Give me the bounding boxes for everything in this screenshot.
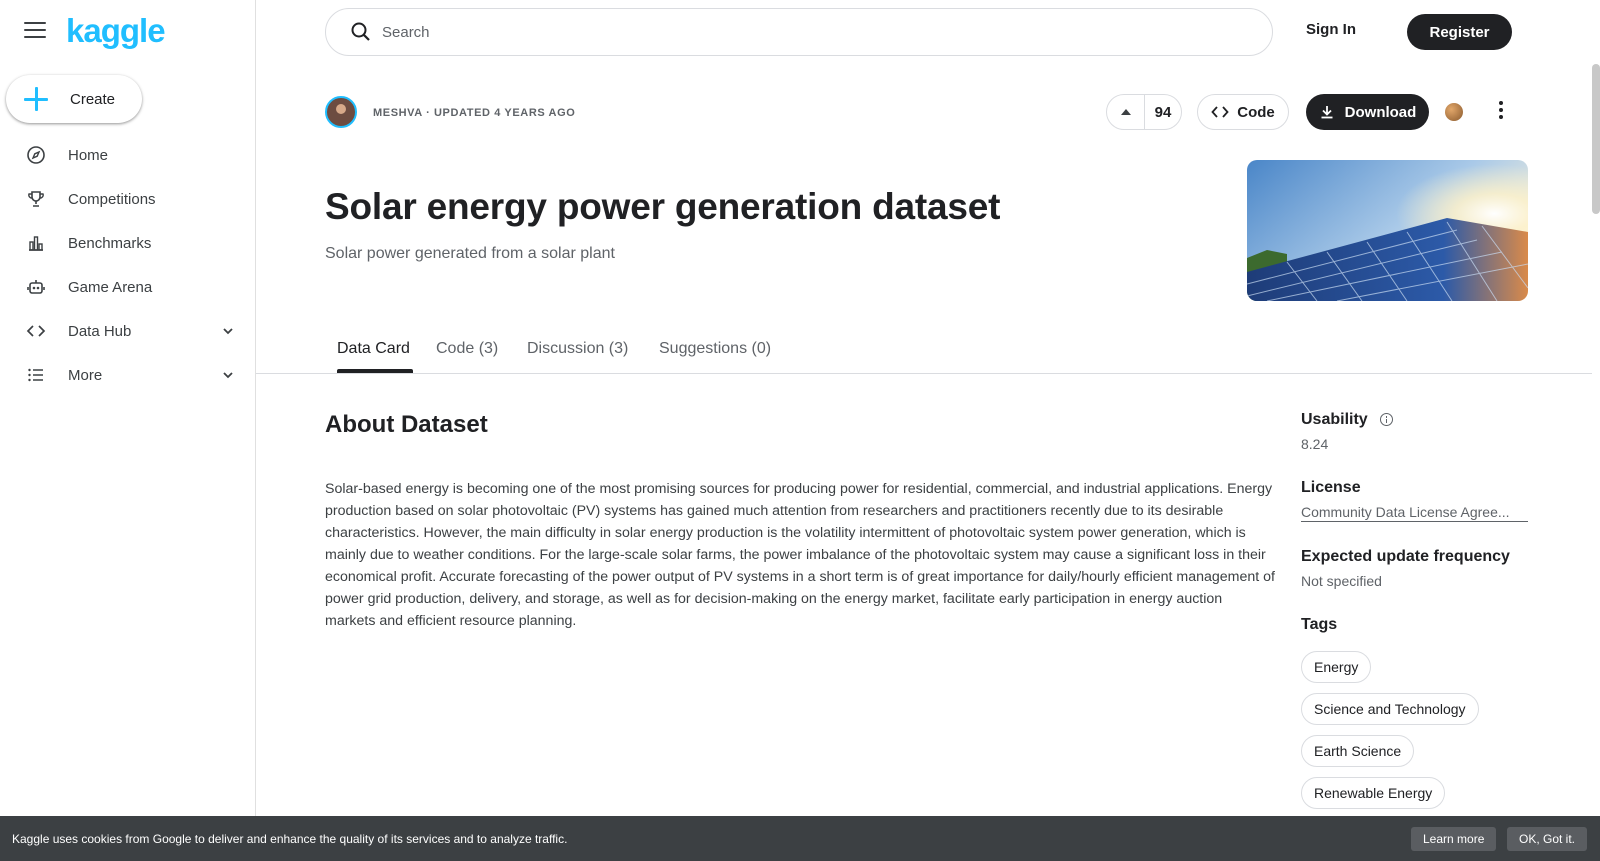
trophy-icon bbox=[26, 189, 46, 209]
sign-in-button[interactable]: Sign In bbox=[1306, 21, 1356, 38]
search-icon bbox=[351, 22, 370, 41]
create-label: Create bbox=[70, 90, 116, 108]
page-subtitle: Solar power generated from a solar plant bbox=[325, 245, 615, 262]
code-brackets-icon bbox=[26, 321, 46, 341]
tag-chip[interactable]: Science and Technology bbox=[1301, 693, 1479, 725]
tab-data-card[interactable]: Data Card bbox=[337, 340, 410, 358]
list-icon bbox=[26, 365, 46, 385]
bar-chart-icon bbox=[26, 233, 46, 253]
tag-chip[interactable]: Energy bbox=[1301, 651, 1372, 683]
dataset-cover-image bbox=[1247, 160, 1528, 301]
scrollbar[interactable] bbox=[1592, 64, 1600, 214]
code-brackets-icon bbox=[1211, 106, 1229, 118]
sidebar-item-competitions[interactable]: Competitions bbox=[0, 177, 256, 221]
info-icon[interactable] bbox=[1380, 413, 1393, 426]
active-tab-indicator bbox=[337, 369, 413, 373]
search-input[interactable] bbox=[382, 23, 1202, 41]
more-options-icon[interactable] bbox=[1497, 101, 1505, 123]
sidebar: kaggle Create Home Competitions Benchmar… bbox=[0, 0, 256, 861]
page-title: Solar energy power generation dataset bbox=[325, 186, 1001, 227]
sidebar-item-home[interactable]: Home bbox=[0, 133, 256, 177]
plus-icon bbox=[24, 87, 48, 111]
sidebar-item-label: Home bbox=[68, 146, 109, 164]
vote-widget: 94 bbox=[1106, 94, 1182, 130]
kaggle-logo[interactable]: kaggle bbox=[66, 12, 166, 50]
cookie-text: Kaggle uses cookies from Google to deliv… bbox=[12, 831, 568, 846]
usability-label: Usability bbox=[1301, 411, 1368, 428]
download-icon bbox=[1321, 106, 1333, 119]
sidebar-item-more[interactable]: More bbox=[0, 353, 256, 397]
bronze-medal-icon bbox=[1445, 103, 1463, 121]
frequency-label: Expected update frequency bbox=[1301, 548, 1510, 565]
sidebar-nav: Home Competitions Benchmarks Game Arena … bbox=[0, 133, 256, 397]
sidebar-item-data-hub[interactable]: Data Hub bbox=[0, 309, 256, 353]
compass-icon bbox=[26, 145, 46, 165]
cookie-banner: Kaggle uses cookies from Google to deliv… bbox=[0, 816, 1600, 861]
create-button[interactable]: Create bbox=[6, 75, 142, 123]
vote-count: 94 bbox=[1154, 103, 1172, 121]
about-heading: About Dataset bbox=[325, 411, 488, 438]
license-link[interactable]: Community Data License Agree... bbox=[1301, 504, 1528, 522]
learn-more-button[interactable]: Learn more bbox=[1411, 827, 1497, 851]
menu-icon[interactable] bbox=[24, 22, 46, 40]
code-button[interactable]: Code bbox=[1197, 94, 1289, 130]
chevron-down-icon[interactable] bbox=[220, 367, 236, 383]
search-bar[interactable] bbox=[325, 8, 1273, 56]
download-button-label: Download bbox=[1344, 103, 1417, 121]
sidebar-item-benchmarks[interactable]: Benchmarks bbox=[0, 221, 256, 265]
sidebar-item-label: More bbox=[68, 366, 103, 384]
usability-value: 8.24 bbox=[1301, 436, 1329, 452]
sidebar-item-label: Data Hub bbox=[68, 322, 132, 340]
dataset-meta: MESHVA · UPDATED 4 YEARS AGO bbox=[373, 107, 576, 119]
sidebar-item-game-arena[interactable]: Game Arena bbox=[0, 265, 256, 309]
download-button[interactable]: Download bbox=[1306, 94, 1429, 130]
sidebar-item-label: Competitions bbox=[68, 190, 156, 208]
tag-chip[interactable]: Renewable Energy bbox=[1301, 777, 1446, 809]
ok-got-it-button[interactable]: OK, Got it. bbox=[1507, 827, 1588, 851]
upvote-button[interactable] bbox=[1107, 95, 1145, 129]
robot-icon bbox=[26, 277, 46, 297]
chevron-down-icon[interactable] bbox=[220, 323, 236, 339]
frequency-value: Not specified bbox=[1301, 573, 1382, 589]
caret-up-icon bbox=[1120, 109, 1131, 115]
code-button-label: Code bbox=[1237, 103, 1275, 121]
about-description: Solar-based energy is becoming one of th… bbox=[325, 481, 1275, 629]
tab-suggestions[interactable]: Suggestions (0) bbox=[659, 340, 771, 358]
tab-code[interactable]: Code (3) bbox=[436, 340, 498, 358]
license-label: License bbox=[1301, 479, 1361, 496]
sidebar-item-label: Benchmarks bbox=[68, 234, 152, 252]
avatar[interactable] bbox=[325, 96, 357, 128]
tab-bar: Data Card Code (3) Discussion (3) Sugges… bbox=[256, 334, 1592, 374]
sidebar-item-label: Game Arena bbox=[68, 278, 153, 296]
tag-chip[interactable]: Earth Science bbox=[1301, 735, 1415, 767]
tab-discussion[interactable]: Discussion (3) bbox=[527, 340, 628, 358]
register-button[interactable]: Register bbox=[1407, 14, 1512, 50]
tags-label: Tags bbox=[1301, 616, 1338, 633]
